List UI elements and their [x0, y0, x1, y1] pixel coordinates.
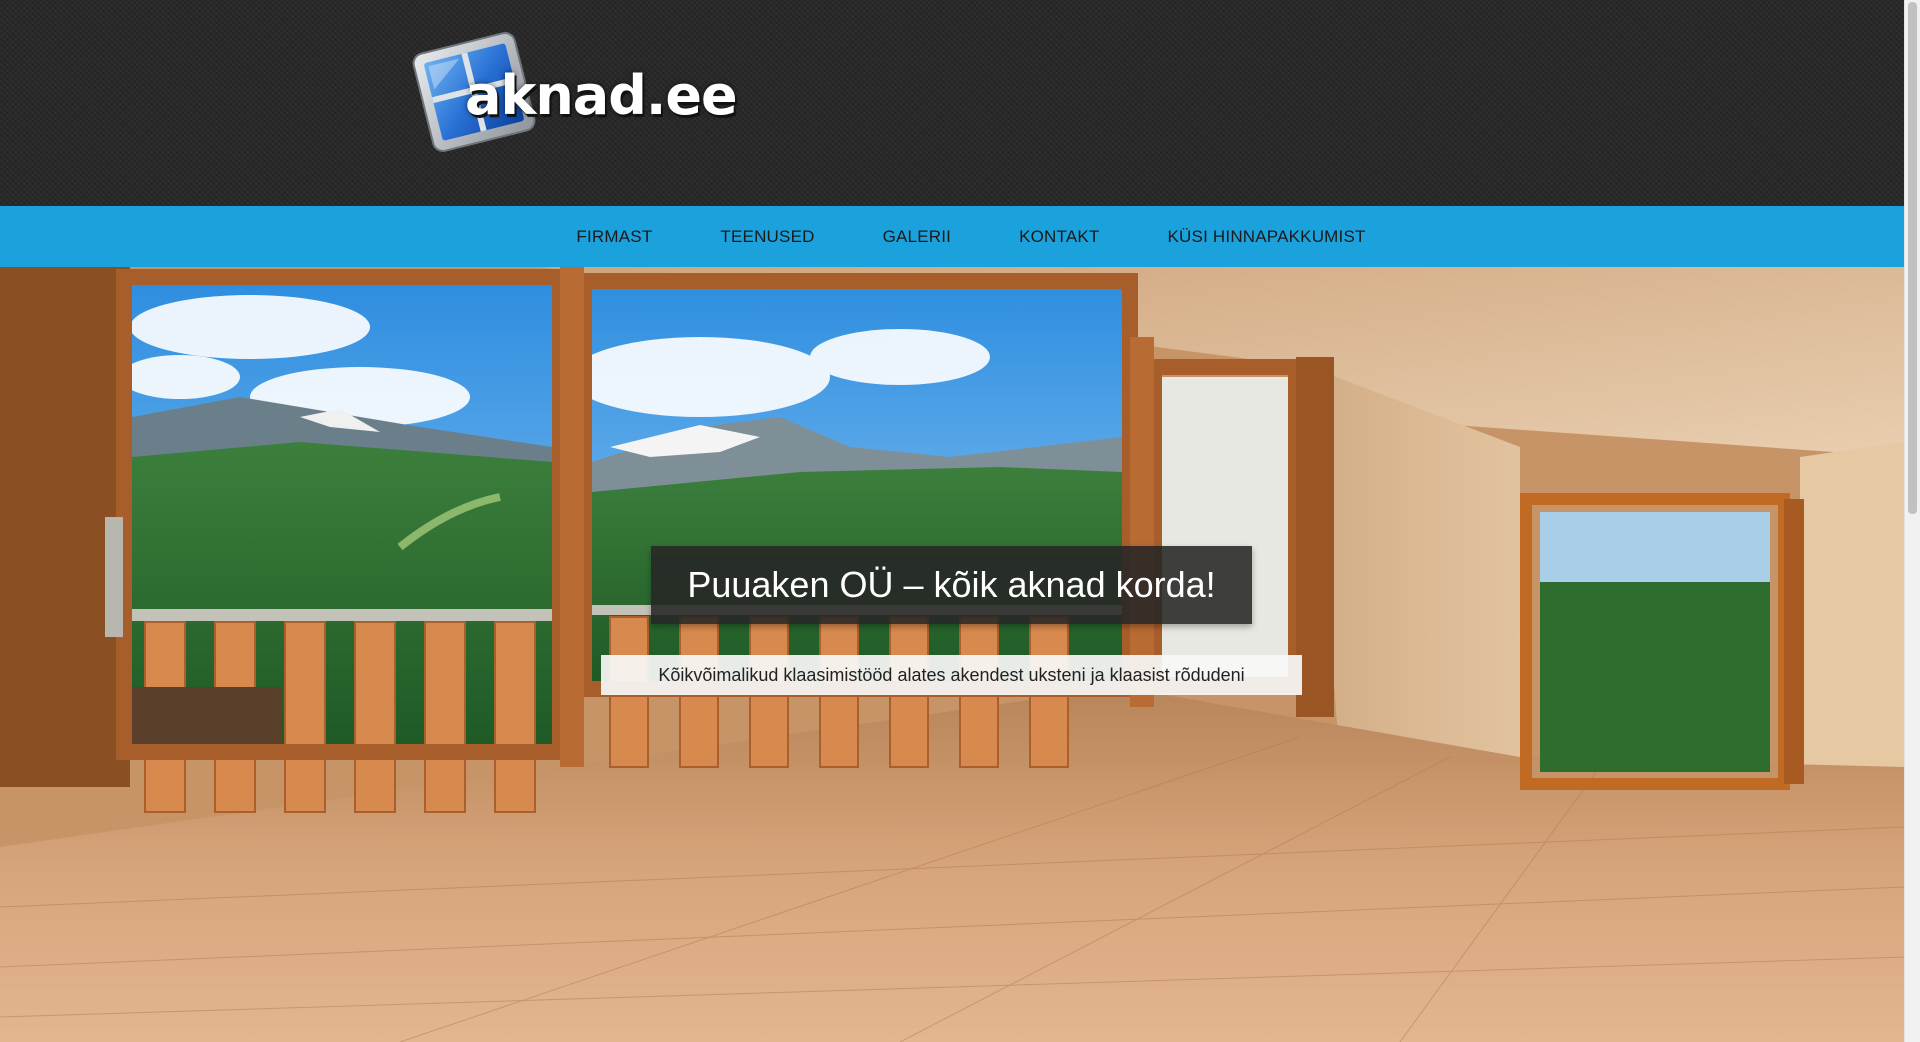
page-scrollbar[interactable] — [1904, 0, 1920, 1042]
logo-text: aknad.ee — [465, 64, 738, 127]
scrollbar-thumb[interactable] — [1908, 2, 1917, 514]
nav-menu: FIRMAST TEENUSED GALERII KONTAKT KÜSI HI… — [0, 206, 1904, 267]
site-header: aknad.ee — [0, 0, 1904, 206]
hero-subtitle: Kõikvõimalikud klaasimistööd alates aken… — [601, 655, 1302, 695]
main-navigation: FIRMAST TEENUSED GALERII KONTAKT KÜSI HI… — [0, 206, 1904, 267]
hero-title: Puuaken OÜ – kõik aknad korda! — [651, 546, 1252, 624]
nav-item-kontakt[interactable]: KONTAKT — [1019, 227, 1099, 247]
nav-item-galerii[interactable]: GALERII — [883, 227, 951, 247]
nav-item-teenused[interactable]: TEENUSED — [720, 227, 814, 247]
hero-banner: Puuaken OÜ – kõik aknad korda! Kõikvõima… — [0, 267, 1904, 1042]
nav-item-firmast[interactable]: FIRMAST — [576, 227, 652, 247]
nav-item-kusi-hinnapakkumist[interactable]: KÜSI HINNAPAKKUMIST — [1168, 227, 1366, 247]
site-logo[interactable]: aknad.ee — [410, 28, 738, 156]
